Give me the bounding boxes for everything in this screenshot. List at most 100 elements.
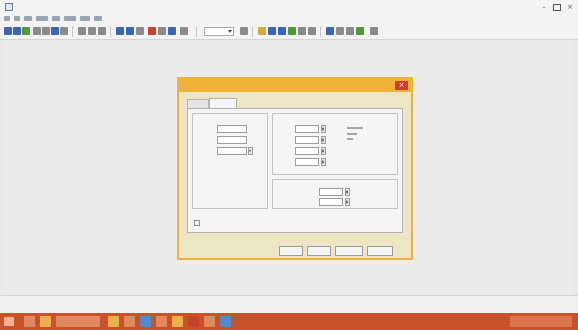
redo-icon[interactable] <box>98 27 106 35</box>
ortho-icon[interactable] <box>346 27 354 35</box>
ok-button[interactable] <box>307 246 331 256</box>
zoom-out-icon[interactable] <box>126 27 134 35</box>
cut-icon[interactable] <box>51 27 59 35</box>
toolbar-separator <box>252 26 253 37</box>
spacing-unit <box>353 190 356 195</box>
menu-item-edit[interactable] <box>14 16 20 21</box>
taskbar-app-icon[interactable] <box>40 316 51 327</box>
undo-icon[interactable] <box>88 27 96 35</box>
taskbar-app-icon[interactable] <box>204 316 215 327</box>
taskbar-app-icon[interactable] <box>56 316 100 327</box>
dialog-close-button[interactable]: × <box>395 81 408 90</box>
spin-arrows-icon[interactable] <box>321 147 326 155</box>
menu-item-format[interactable] <box>52 16 60 21</box>
height-field[interactable] <box>217 136 247 144</box>
save-icon[interactable] <box>22 27 30 35</box>
tab-drawing[interactable] <box>250 20 270 27</box>
option-checkbox[interactable] <box>194 220 200 226</box>
taskbar-app-icon[interactable] <box>172 316 183 327</box>
tab-annotate[interactable] <box>272 20 296 27</box>
dimension-row-field[interactable] <box>295 147 319 155</box>
dimension-row-field[interactable] <box>295 136 319 144</box>
spin-arrows-icon[interactable] <box>345 188 350 196</box>
taskbar-app-icon[interactable] <box>188 316 199 327</box>
taskbar-app-icon[interactable] <box>140 316 151 327</box>
snap-icon[interactable] <box>336 27 344 35</box>
spin-arrows-icon[interactable] <box>321 125 326 133</box>
print-icon[interactable] <box>33 27 41 35</box>
taskbar-app-icon[interactable] <box>108 316 119 327</box>
pan-icon[interactable] <box>136 27 144 35</box>
settings-dialog: × <box>177 77 413 260</box>
dimension-row-label <box>279 138 293 143</box>
minimize-button[interactable]: – <box>538 2 550 12</box>
layers-icon[interactable] <box>240 27 248 35</box>
zoom-combo[interactable] <box>204 27 234 36</box>
maximize-button[interactable] <box>551 2 563 12</box>
apply-button[interactable] <box>367 246 393 256</box>
dimension-row-label <box>279 127 293 132</box>
zoom-in-icon[interactable] <box>116 27 124 35</box>
menu-item-help[interactable] <box>94 16 102 21</box>
dimension-icon[interactable] <box>308 27 316 35</box>
spacing-field[interactable] <box>319 188 343 196</box>
dimension-row-label <box>279 149 293 154</box>
dialog-body <box>187 108 403 233</box>
taskbar-app-icon[interactable] <box>156 316 167 327</box>
start-icon[interactable] <box>4 317 14 326</box>
dimension-group <box>272 113 398 175</box>
tab-dimensions[interactable] <box>209 98 237 108</box>
properties-icon[interactable] <box>356 27 364 35</box>
dimension-row-field[interactable] <box>295 158 319 166</box>
tab-general[interactable] <box>187 99 209 108</box>
stop-icon[interactable] <box>148 27 156 35</box>
circle-icon[interactable] <box>288 27 296 35</box>
size-group <box>192 113 268 209</box>
height-label <box>199 138 213 143</box>
toolbar-separator <box>72 26 73 37</box>
cancel-button[interactable] <box>335 246 363 256</box>
app-icon[interactable] <box>5 3 13 11</box>
select-icon[interactable] <box>180 27 188 35</box>
close-window-button[interactable]: × <box>564 2 576 12</box>
open-icon[interactable] <box>13 27 21 35</box>
rectangle-icon[interactable] <box>278 27 286 35</box>
menu-item-insert[interactable] <box>36 16 48 21</box>
width-field[interactable] <box>217 125 247 133</box>
status-text <box>3 301 63 307</box>
precision-label <box>279 200 315 205</box>
fit-icon[interactable] <box>168 27 176 35</box>
dimension-row-unit <box>329 149 332 154</box>
copy-icon[interactable] <box>60 27 68 35</box>
taskbar-app-icon[interactable] <box>124 316 135 327</box>
spin-arrows-icon[interactable] <box>345 198 350 206</box>
menu-item-file[interactable] <box>4 16 10 21</box>
units-dropdown[interactable] <box>217 147 247 155</box>
menu-item-view[interactable] <box>24 16 32 21</box>
paste-icon[interactable] <box>78 27 86 35</box>
precision-field[interactable] <box>319 198 343 206</box>
dimension-row-field[interactable] <box>295 125 319 133</box>
pencil-icon[interactable] <box>258 27 266 35</box>
spin-arrows-icon[interactable] <box>321 158 326 166</box>
toolbar-separator <box>196 26 197 37</box>
chevron-down-icon[interactable] <box>248 147 253 155</box>
taskbar-app-icon[interactable] <box>220 316 231 327</box>
dialog-title-bar[interactable]: × <box>179 79 411 92</box>
menu-item-tools[interactable] <box>64 16 76 21</box>
spin-arrows-icon[interactable] <box>321 136 326 144</box>
refresh-icon[interactable] <box>158 27 166 35</box>
taskbar <box>0 313 578 330</box>
new-icon[interactable] <box>4 27 12 35</box>
system-tray[interactable] <box>510 316 572 327</box>
menu-item-window[interactable] <box>80 16 90 21</box>
settings-icon[interactable] <box>370 27 378 35</box>
taskbar-app-icon[interactable] <box>24 316 35 327</box>
weight-label <box>199 195 213 200</box>
dialog-title <box>249 82 339 89</box>
text-icon[interactable] <box>298 27 306 35</box>
grid-icon[interactable] <box>326 27 334 35</box>
preview-icon[interactable] <box>42 27 50 35</box>
line-icon[interactable] <box>268 27 276 35</box>
help-button[interactable] <box>279 246 303 256</box>
